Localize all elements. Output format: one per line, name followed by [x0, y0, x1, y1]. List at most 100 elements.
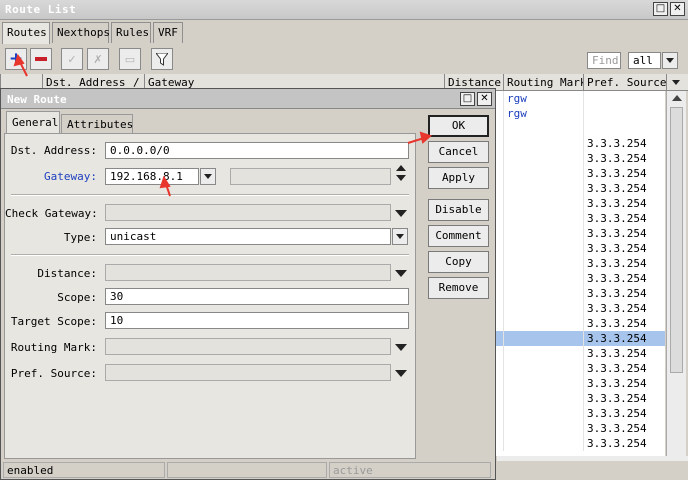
copy-button[interactable]: Copy	[428, 251, 489, 273]
table-cell	[503, 406, 583, 421]
remove-button[interactable]: Remove	[428, 277, 489, 299]
pref-source-label: Pref. Source:	[10, 367, 97, 380]
remove-icon[interactable]	[30, 48, 52, 70]
cancel-button[interactable]: Cancel	[428, 141, 489, 163]
dialog-title: New Route	[7, 93, 67, 106]
status-active: active	[329, 462, 491, 478]
table-cell	[503, 301, 583, 316]
tab-attributes[interactable]: Attributes	[61, 114, 133, 133]
status-empty	[167, 462, 327, 478]
distance-label: Distance:	[37, 267, 97, 280]
table-cell: 3.3.3.254	[583, 271, 665, 286]
table-cell	[503, 211, 583, 226]
add-gateway-icon[interactable]	[396, 165, 406, 171]
table-cell	[503, 376, 583, 391]
type-label: Type:	[63, 231, 97, 244]
apply-button[interactable]: Apply	[428, 167, 489, 189]
scope-label: Scope:	[57, 291, 97, 304]
filter-icon[interactable]	[151, 48, 173, 70]
check-gateway-label: Check Gateway:	[5, 207, 98, 220]
routing-mark-field[interactable]	[105, 338, 391, 355]
table-cell	[503, 436, 583, 451]
table-cell	[503, 346, 583, 361]
maximize-icon[interactable]: □	[653, 2, 668, 16]
table-cell: 3.3.3.254	[583, 391, 665, 406]
table-cell	[503, 316, 583, 331]
tab-general[interactable]: General	[6, 111, 60, 134]
scope-field[interactable]: 30	[105, 288, 409, 305]
routing-mark-label: Routing Mark:	[10, 341, 97, 354]
scroll-up-icon[interactable]	[672, 95, 682, 101]
comment-button[interactable]: Comment	[428, 225, 489, 247]
table-cell: 3.3.3.254	[583, 361, 665, 376]
route-list-toolbar: + ✓ ✗ ▭ Find all	[0, 44, 688, 74]
table-cell	[503, 241, 583, 256]
remove-gateway-icon[interactable]	[396, 175, 406, 181]
table-cell: 3.3.3.254	[583, 151, 665, 166]
table-cell: 3.3.3.254	[583, 196, 665, 211]
table-cell	[503, 196, 583, 211]
check-gateway-field[interactable]	[105, 204, 391, 221]
table-cell: 3.3.3.254	[583, 331, 665, 346]
pref-source-field[interactable]	[105, 364, 391, 381]
table-cell: 3.3.3.254	[583, 376, 665, 391]
disable-button[interactable]: Disable	[428, 199, 489, 221]
table-cell	[503, 361, 583, 376]
scroll-thumb[interactable]	[670, 107, 683, 373]
gateway-field[interactable]: 192.168.8.1	[105, 168, 199, 185]
maximize-icon[interactable]: □	[460, 92, 475, 106]
horizontal-scrollbar[interactable]	[497, 456, 688, 461]
status-enabled: enabled	[3, 462, 165, 478]
table-cell: 3.3.3.254	[583, 346, 665, 361]
gateway-label: Gateway:	[44, 170, 97, 183]
table-cell	[503, 391, 583, 406]
divider	[11, 254, 409, 256]
table-cell	[503, 256, 583, 271]
gateway-interface-field[interactable]	[230, 168, 391, 185]
column-routing-mark[interactable]: Routing Mark	[503, 74, 583, 91]
tab-vrf[interactable]: VRF	[153, 22, 183, 43]
tab-nexthops[interactable]: Nexthops	[52, 22, 110, 43]
chevron-down-icon[interactable]	[662, 52, 678, 69]
chevron-down-icon[interactable]	[395, 344, 407, 351]
chevron-down-icon[interactable]	[200, 168, 216, 185]
comment-icon[interactable]: ▭	[119, 48, 141, 70]
table-cell: 3.3.3.254	[583, 256, 665, 271]
table-cell: rgw	[503, 106, 583, 121]
table-cell: 3.3.3.254	[583, 436, 665, 451]
table-cell	[583, 91, 665, 106]
target-scope-field[interactable]: 10	[105, 312, 409, 329]
vertical-scrollbar[interactable]	[666, 91, 686, 456]
tab-routes[interactable]: Routes	[2, 22, 50, 44]
close-icon[interactable]: ✕	[477, 92, 492, 106]
column-pref-source[interactable]: Pref. Source	[583, 74, 666, 91]
chevron-down-icon[interactable]	[395, 270, 407, 277]
route-list-title: Route List	[5, 3, 77, 16]
type-select[interactable]: unicast	[105, 228, 391, 245]
chevron-down-icon[interactable]	[395, 370, 407, 377]
enable-check-icon[interactable]: ✓	[61, 48, 83, 70]
chevron-down-icon[interactable]	[392, 228, 408, 245]
table-cell: 3.3.3.254	[583, 421, 665, 436]
table-cell	[503, 121, 583, 136]
table-cell	[503, 226, 583, 241]
find-input[interactable]: Find	[587, 52, 621, 69]
table-cell	[503, 136, 583, 151]
tab-rules[interactable]: Rules	[111, 22, 151, 43]
close-icon[interactable]: ✕	[670, 2, 685, 16]
dialog-statusbar: enabled active	[3, 461, 493, 479]
column-menu[interactable]	[666, 74, 688, 91]
dialog-titlebar: New Route □ ✕	[1, 89, 495, 109]
target-scope-label: Target Scope:	[10, 315, 97, 328]
table-cell: 3.3.3.254	[583, 301, 665, 316]
table-cell	[503, 166, 583, 181]
route-list-titlebar: Route List □ ✕	[0, 0, 688, 20]
dst-address-field[interactable]: 0.0.0.0/0	[105, 142, 409, 159]
disable-x-icon[interactable]: ✗	[87, 48, 109, 70]
table-cell: 3.3.3.254	[583, 181, 665, 196]
distance-field[interactable]	[105, 264, 391, 281]
filter-select[interactable]: all	[628, 52, 661, 69]
ok-button[interactable]: OK	[428, 115, 489, 137]
chevron-down-icon[interactable]	[395, 210, 407, 217]
add-icon[interactable]: +	[5, 48, 27, 70]
